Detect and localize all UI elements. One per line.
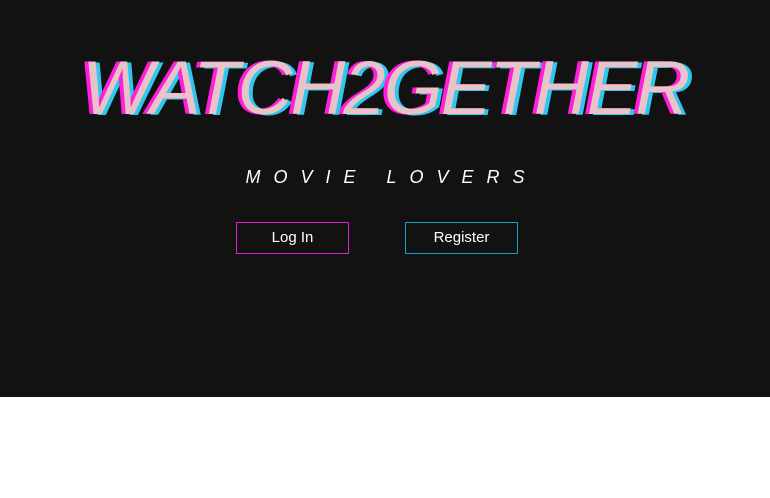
login-button[interactable]: Log In [236, 222, 349, 254]
site-logo: WATCH2GETHER [81, 46, 691, 131]
register-button[interactable]: Register [405, 222, 518, 254]
page-footer-area [0, 397, 770, 498]
tagline: MOVIE LOVERS [245, 167, 538, 187]
hero-section: WATCH2GETHER MOVIE LOVERS Log In Registe… [0, 0, 770, 397]
